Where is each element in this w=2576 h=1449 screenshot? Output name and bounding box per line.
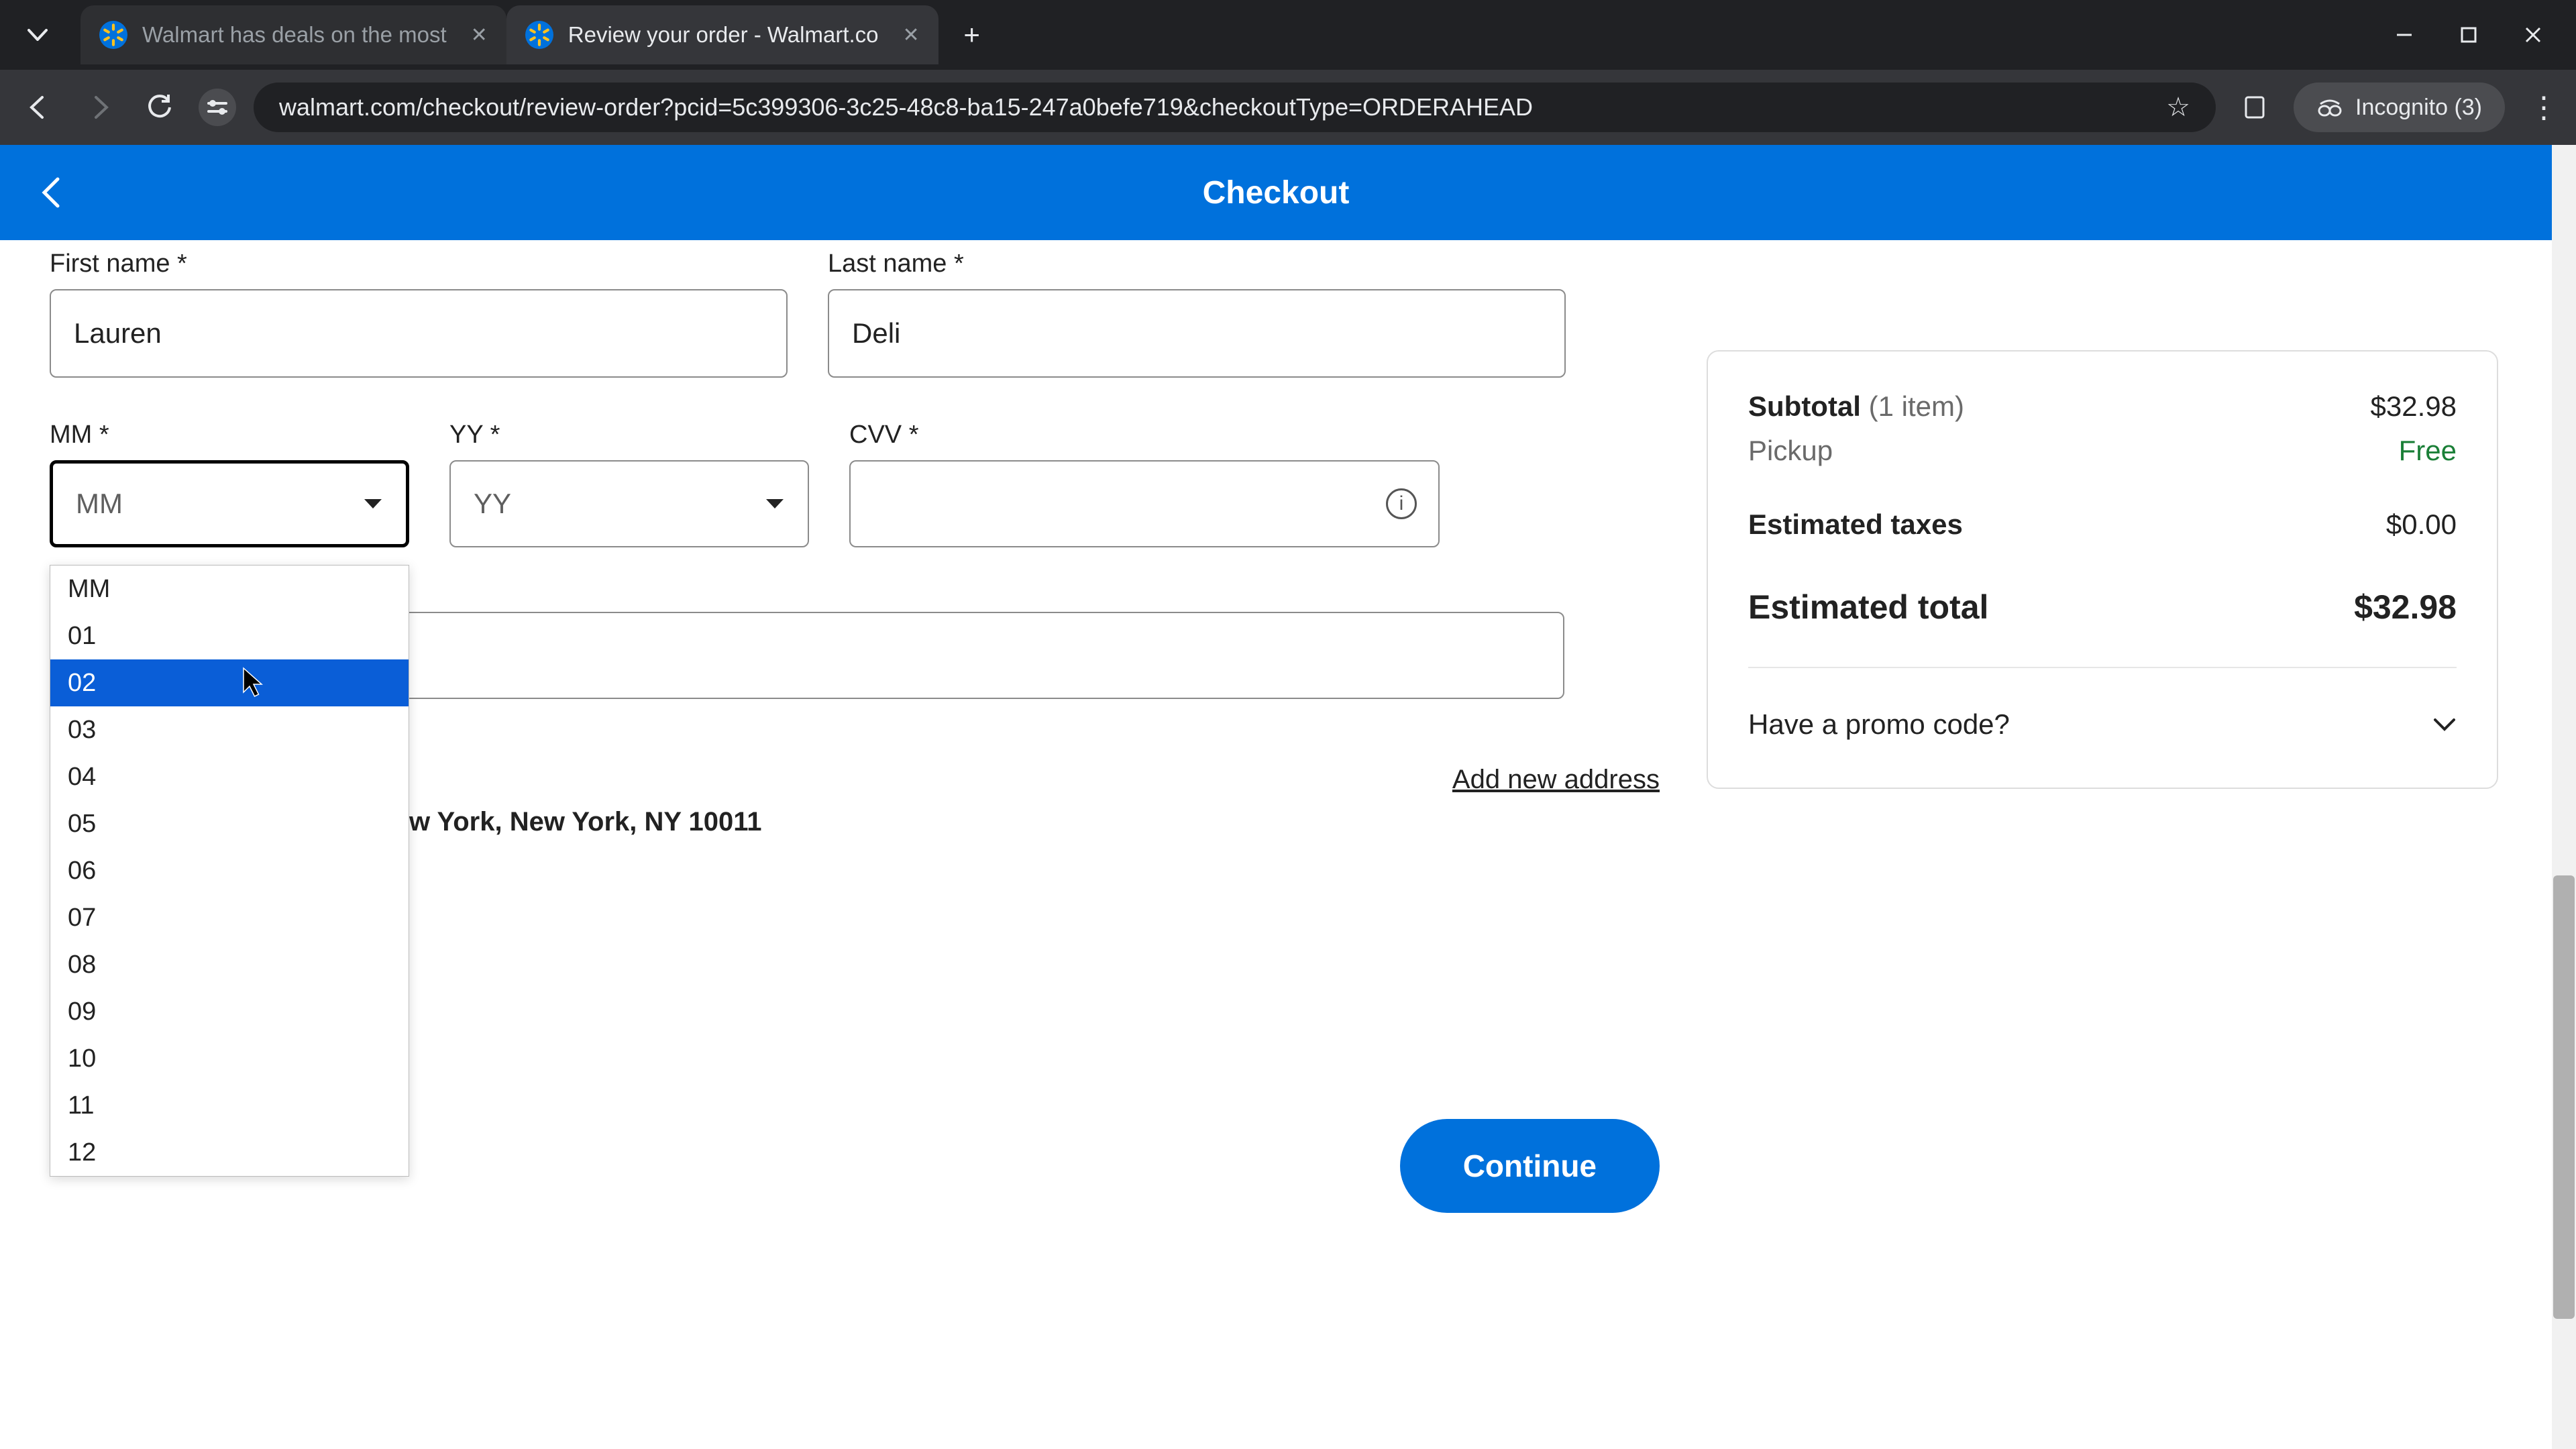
maximize-icon[interactable] (2455, 21, 2482, 48)
order-summary: Subtotal (1 item) $32.98 Pickup Free Est… (1707, 350, 2498, 1213)
dropdown-option[interactable]: 06 (50, 847, 409, 894)
close-window-icon[interactable] (2520, 21, 2546, 48)
pickup-label: Pickup (1748, 435, 1833, 467)
incognito-icon (2316, 97, 2343, 117)
page-title: Checkout (0, 174, 2552, 211)
subtotal-label: Subtotal (1 item) (1748, 390, 1964, 423)
subtotal-value: $32.98 (2371, 390, 2457, 423)
caret-down-icon (765, 498, 785, 510)
tab-search-dropdown[interactable] (19, 16, 56, 54)
taxes-value: $0.00 (2386, 508, 2457, 541)
info-icon[interactable]: i (1386, 488, 1417, 519)
taxes-label: Estimated taxes (1748, 508, 1963, 541)
reload-button[interactable] (138, 86, 181, 129)
promo-code-toggle[interactable]: Have a promo code? (1748, 708, 2457, 741)
minimize-icon[interactable] (2391, 21, 2418, 48)
tab-title: Review your order - Walmart.co (568, 22, 879, 48)
pickup-value: Free (2399, 435, 2457, 467)
browser-menu-button[interactable]: ⋮ (2529, 91, 2559, 125)
expiry-month-label: MM * (50, 421, 409, 449)
total-value: $32.98 (2354, 588, 2457, 627)
expiry-month-select[interactable]: MM (50, 460, 409, 547)
tab-title: Walmart has deals on the most (142, 22, 447, 48)
window-controls (2391, 21, 2576, 48)
dropdown-option[interactable]: 12 (50, 1129, 409, 1176)
close-icon[interactable]: ✕ (903, 23, 920, 47)
dropdown-option[interactable]: 07 (50, 894, 409, 941)
dropdown-option[interactable]: 04 (50, 753, 409, 800)
chevron-down-icon (2432, 717, 2457, 732)
reader-mode-icon[interactable] (2233, 86, 2276, 129)
dropdown-option[interactable]: 11 (50, 1082, 409, 1129)
tab-inactive[interactable]: Walmart has deals on the most ✕ (80, 5, 506, 64)
dropdown-option[interactable]: 01 (50, 612, 409, 659)
expiry-month-value: MM (76, 488, 123, 520)
cvv-label: CVV * (849, 421, 1440, 449)
walmart-favicon-icon (99, 21, 127, 49)
tab-active[interactable]: Review your order - Walmart.co ✕ (506, 5, 938, 64)
checkout-back-button[interactable] (30, 171, 72, 214)
dropdown-option[interactable]: MM (50, 566, 409, 612)
checkout-header: Checkout (0, 145, 2552, 240)
incognito-label: Incognito (3) (2355, 95, 2482, 121)
last-name-input[interactable] (828, 289, 1566, 378)
first-name-label: First name * (50, 250, 788, 278)
dropdown-option[interactable]: 09 (50, 988, 409, 1035)
expiry-year-value: YY (474, 488, 511, 520)
divider (1748, 667, 2457, 668)
add-new-address-link[interactable]: Add new address (1452, 765, 1660, 795)
back-button[interactable] (17, 86, 60, 129)
new-tab-button[interactable]: + (953, 16, 991, 54)
dropdown-option[interactable]: 10 (50, 1035, 409, 1082)
expiry-year-label: YY * (449, 421, 809, 449)
dropdown-option[interactable]: 03 (50, 706, 409, 753)
walmart-favicon-icon (525, 21, 553, 49)
browser-toolbar: walmart.com/checkout/review-order?pcid=5… (0, 70, 2576, 145)
expiry-year-select[interactable]: YY (449, 460, 809, 547)
total-label: Estimated total (1748, 588, 1988, 627)
dropdown-option[interactable]: 02 (50, 659, 409, 706)
forward-button (78, 86, 121, 129)
bookmark-icon[interactable]: ☆ (2166, 92, 2190, 123)
address-bar[interactable]: walmart.com/checkout/review-order?pcid=5… (254, 83, 2216, 132)
incognito-badge[interactable]: Incognito (3) (2294, 83, 2505, 132)
site-info-button[interactable] (199, 89, 236, 126)
dropdown-option[interactable]: 08 (50, 941, 409, 988)
expiry-month-dropdown[interactable]: MM010203040506070809101112 (50, 565, 409, 1177)
browser-chrome: Walmart has deals on the most ✕ Review y… (0, 0, 2576, 145)
close-icon[interactable]: ✕ (471, 23, 488, 47)
tab-bar: Walmart has deals on the most ✕ Review y… (0, 0, 2576, 70)
cvv-input[interactable]: i (849, 460, 1440, 547)
url-text: walmart.com/checkout/review-order?pcid=5… (279, 93, 2135, 121)
last-name-label: Last name * (828, 250, 1566, 278)
continue-button[interactable]: Continue (1400, 1119, 1660, 1213)
first-name-input[interactable] (50, 289, 788, 378)
scrollbar-thumb[interactable] (2553, 875, 2575, 1319)
promo-label: Have a promo code? (1748, 708, 2010, 741)
caret-down-icon (363, 498, 383, 510)
scrollbar-track[interactable] (2552, 145, 2576, 1449)
dropdown-option[interactable]: 05 (50, 800, 409, 847)
page-viewport: Checkout First name * Last name * MM (0, 145, 2576, 1449)
